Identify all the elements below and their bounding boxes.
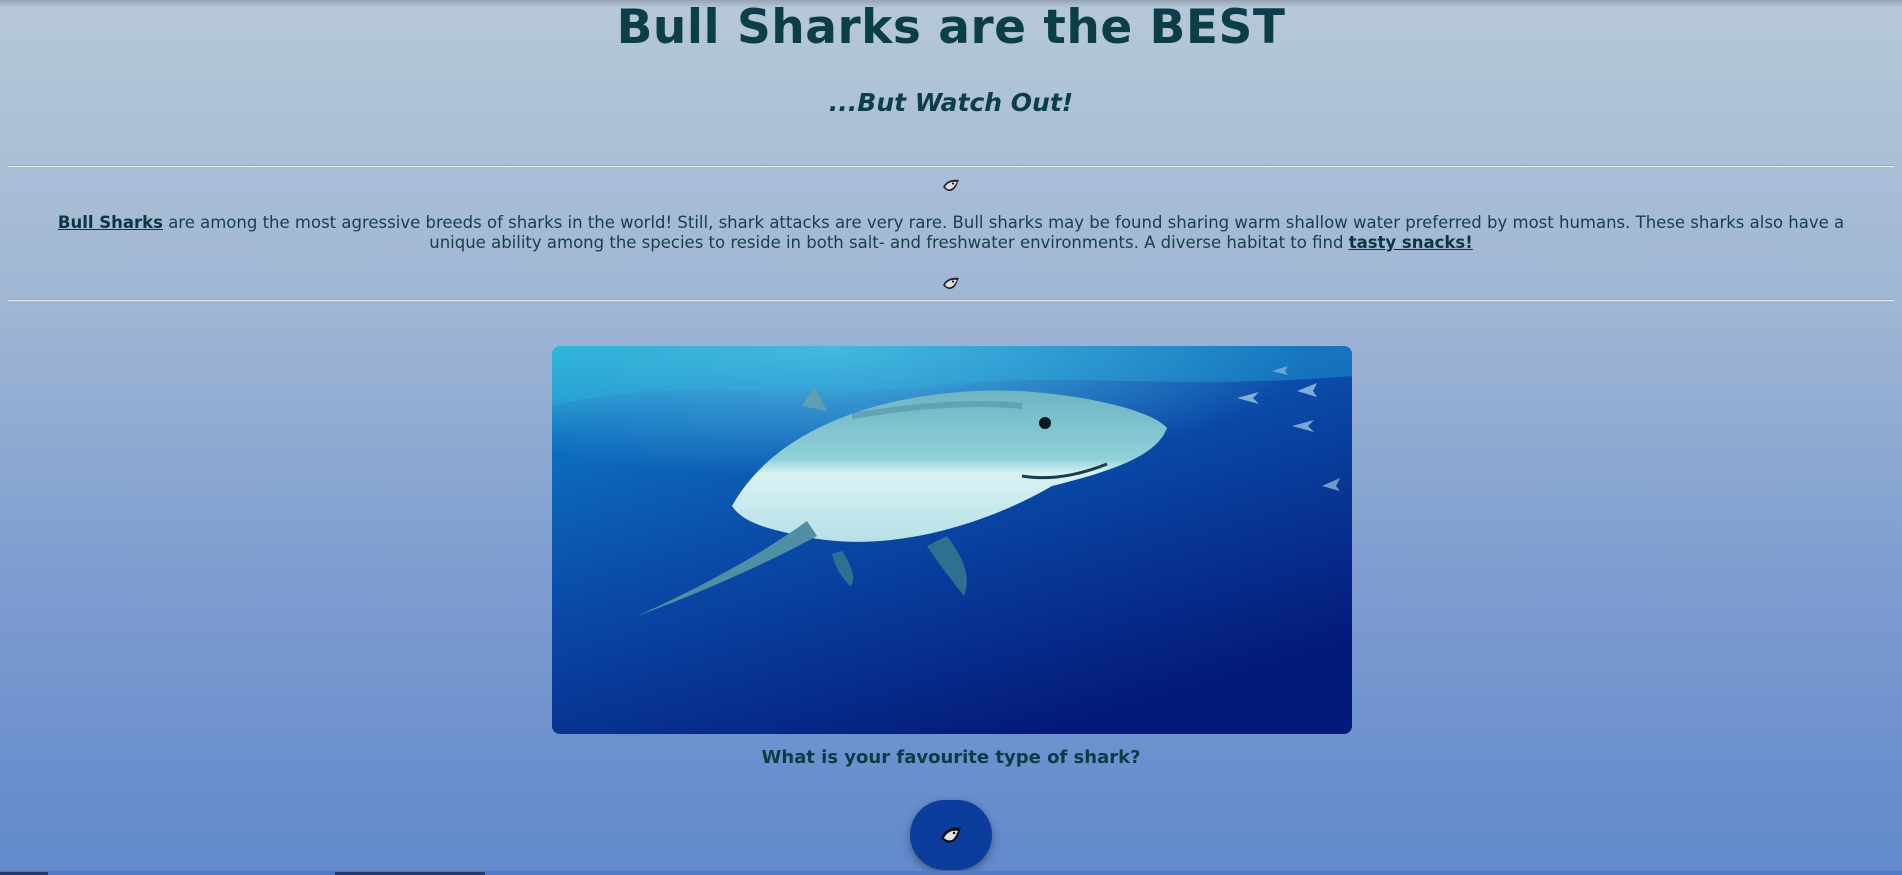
favourite-shark-question: What is your favourite type of shark? <box>761 747 1141 768</box>
divider-top <box>8 165 1894 167</box>
bull-sharks-link[interactable]: Bull Sharks <box>58 213 163 232</box>
shark-icon <box>943 179 959 191</box>
shark-icon <box>943 277 959 289</box>
shark-photo <box>552 346 1352 734</box>
shark-icon <box>941 827 961 843</box>
intro-paragraph: Bull Sharks are among the most agressive… <box>56 213 1846 253</box>
bottom-strip <box>0 871 1902 875</box>
shark-button[interactable] <box>910 800 992 870</box>
page-title: Bull Sharks are the BEST <box>616 0 1286 55</box>
page-subtitle: ...But Watch Out! <box>828 88 1074 117</box>
divider-bottom <box>8 299 1894 301</box>
tasty-snacks-link[interactable]: tasty snacks! <box>1349 233 1473 252</box>
intro-text: are among the most agressive breeds of s… <box>162 213 1845 252</box>
